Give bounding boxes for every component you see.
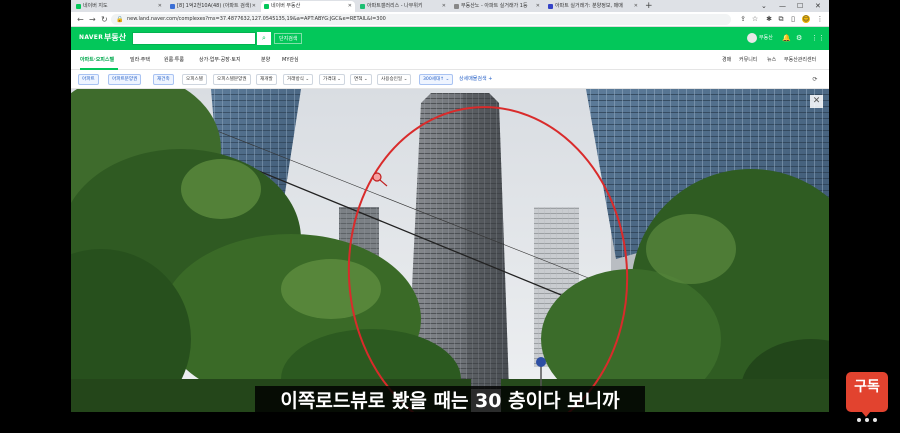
browser-tab[interactable]: [8] 1억2천10A(48) (아파트 검색) ✕ bbox=[167, 1, 259, 12]
tab-title: 네이버 지도 bbox=[83, 3, 108, 9]
share-icon[interactable]: ⇪ bbox=[739, 15, 747, 23]
puzzle-icon[interactable]: ⧉ bbox=[777, 15, 785, 23]
avatar bbox=[747, 33, 757, 43]
filter-dropdown[interactable]: 면적 ⌄ bbox=[350, 74, 372, 85]
street-view-panorama[interactable]: ✕ bbox=[71, 89, 829, 412]
tab-favicon-icon bbox=[360, 4, 365, 9]
lock-icon: 🔒 bbox=[116, 16, 124, 23]
reload-icon[interactable]: ↻ bbox=[101, 14, 108, 25]
video-frame: 네이버 지도 ✕ [8] 1억2천10A(48) (아파트 검색) ✕ 네이버 … bbox=[0, 0, 900, 426]
filter-dropdown[interactable]: 거래방식 ⌄ bbox=[283, 74, 314, 85]
minimize-icon[interactable]: — bbox=[779, 0, 786, 12]
tab-title: [8] 1억2천10A(48) (아파트 검색) bbox=[177, 3, 252, 9]
link-auction[interactable]: 경매 bbox=[722, 56, 731, 65]
video-subtitle: 이쪽로드뷰로 봤을 때는 30 층이다 보니까 bbox=[255, 386, 645, 416]
tab-search-icon[interactable]: ⌄ bbox=[761, 0, 767, 12]
back-icon[interactable]: ← bbox=[77, 14, 84, 25]
filter-dropdown[interactable]: 300세대↑ ⌄ bbox=[419, 74, 454, 85]
tab-favicon-icon bbox=[548, 4, 553, 9]
notification-bell-icon[interactable]: 🔔 bbox=[782, 33, 791, 44]
search-input[interactable] bbox=[132, 32, 256, 45]
browser-tab[interactable]: 네이버 지도 ✕ bbox=[73, 1, 165, 12]
link-news[interactable]: 뉴스 bbox=[767, 56, 776, 65]
user-menu[interactable]: 부동산 bbox=[747, 33, 773, 44]
refresh-icon[interactable]: ⟳ bbox=[809, 74, 821, 85]
search-icon[interactable]: ⌕ bbox=[257, 32, 271, 45]
url-text: new.land.naver.com/complexes?ms=37.48776… bbox=[127, 16, 386, 22]
category-apartment-officetel[interactable]: 아파트·오피스텔 bbox=[80, 56, 114, 65]
close-icon[interactable]: ✕ bbox=[810, 95, 823, 108]
category-oneroom-tworoom[interactable]: 원룸·투룸 bbox=[164, 56, 184, 65]
link-community[interactable]: 커뮤니티 bbox=[739, 56, 757, 65]
filter-chip[interactable]: 오피스텔 bbox=[182, 74, 207, 85]
detail-search-link[interactable]: 상세매물검색 + bbox=[459, 74, 492, 85]
filter-bar: 아파트 아파트분양권 재건축 오피스텔 오피스텔분양권 재개발 거래방식 ⌄ 가… bbox=[71, 70, 829, 89]
filter-dropdown[interactable]: 사용승인일 ⌄ bbox=[377, 74, 412, 85]
menu-kebab-icon[interactable]: ⋮ bbox=[816, 15, 824, 23]
browser-tab[interactable]: 부동산노 - 아파트 실거래가 1등 ✕ bbox=[451, 1, 543, 12]
settings-icon[interactable]: ⚙ bbox=[796, 33, 802, 44]
category-my-interest[interactable]: MY관심 bbox=[282, 56, 299, 65]
complex-search-button[interactable]: 단지검색 bbox=[274, 33, 303, 44]
new-tab-icon[interactable]: + bbox=[645, 0, 653, 12]
close-tab-icon[interactable]: ✕ bbox=[442, 1, 446, 12]
filter-chip[interactable]: 재개발 bbox=[256, 74, 277, 85]
street-view-image bbox=[71, 89, 829, 412]
filter-chip[interactable]: 아파트 bbox=[78, 74, 99, 85]
profile-avatar-icon[interactable]: ☺ bbox=[802, 15, 810, 23]
address-bar-row: ← → ↻ 🔒 new.land.naver.com/complexes?ms=… bbox=[71, 12, 829, 27]
category-villa-house[interactable]: 빌라·주택 bbox=[130, 56, 150, 65]
bookmark-star-icon[interactable]: ☆ bbox=[751, 15, 759, 23]
filter-chip[interactable]: 오피스텔분양권 bbox=[213, 74, 251, 85]
tab-favicon-icon bbox=[170, 4, 175, 9]
category-nav: 아파트·오피스텔 빌라·주택 원룸·투룸 상가·업무·공장·토지 분양 MY관심… bbox=[71, 50, 829, 70]
category-presale[interactable]: 분양 bbox=[261, 56, 270, 65]
sidebar-icon[interactable]: ▯ bbox=[789, 15, 797, 23]
url-field[interactable]: 🔒 new.land.naver.com/complexes?ms=37.487… bbox=[111, 14, 731, 25]
filter-dropdown[interactable]: 가격대 ⌄ bbox=[319, 74, 345, 85]
tab-title: 부동산노 - 아파트 실거래가 1등 bbox=[461, 3, 528, 9]
subscribe-badge[interactable]: 구독 bbox=[846, 372, 888, 422]
subscribe-dots-icon bbox=[846, 403, 888, 422]
category-commercial-land[interactable]: 상가·업무·공장·토지 bbox=[199, 56, 241, 65]
naver-logo[interactable]: NAVER bbox=[79, 33, 103, 43]
close-tab-icon[interactable]: ✕ bbox=[158, 1, 162, 12]
tab-title: 아파트갤러리스 - 나무위키 bbox=[367, 3, 423, 9]
tab-title: 네이버 부동산 bbox=[271, 3, 301, 9]
browser-tab-active[interactable]: 네이버 부동산 ✕ bbox=[261, 1, 355, 12]
close-tab-icon[interactable]: ✕ bbox=[348, 1, 352, 12]
naver-header: NAVER 부동산 ⌕ 단지검색 부동산 🔔 ⚙ ⋮⋮ bbox=[71, 27, 829, 50]
tab-favicon-icon bbox=[264, 4, 269, 9]
tab-strip: 네이버 지도 ✕ [8] 1억2천10A(48) (아파트 검색) ✕ 네이버 … bbox=[71, 0, 829, 12]
close-window-icon[interactable]: ✕ bbox=[815, 0, 821, 12]
apps-grid-icon[interactable]: ⋮⋮ bbox=[811, 33, 825, 44]
link-management-center[interactable]: 부동산관리센터 bbox=[784, 56, 816, 65]
close-tab-icon[interactable]: ✕ bbox=[536, 1, 540, 12]
browser-tab[interactable]: 아파트갤러리스 - 나무위키 ✕ bbox=[357, 1, 449, 12]
tab-favicon-icon bbox=[76, 4, 81, 9]
user-label: 부동산 bbox=[759, 35, 773, 41]
extension-icon[interactable]: ✱ bbox=[765, 15, 773, 23]
filter-chip[interactable]: 아파트분양권 bbox=[108, 74, 142, 85]
maximize-icon[interactable]: ☐ bbox=[797, 0, 803, 12]
close-tab-icon[interactable]: ✕ bbox=[252, 1, 256, 12]
browser-window: 네이버 지도 ✕ [8] 1억2천10A(48) (아파트 검색) ✕ 네이버 … bbox=[71, 0, 829, 412]
tab-title: 아파트 실거래가: 분양정보, 매매 bbox=[555, 3, 623, 9]
service-title[interactable]: 부동산 bbox=[104, 32, 126, 44]
subscribe-label: 구독 bbox=[854, 379, 880, 395]
speech-bubble-tail bbox=[861, 411, 871, 417]
browser-tab[interactable]: 아파트 실거래가: 분양정보, 매매 ✕ bbox=[545, 1, 641, 12]
tab-favicon-icon bbox=[454, 4, 459, 9]
forward-icon[interactable]: → bbox=[89, 14, 96, 25]
filter-chip[interactable]: 재건축 bbox=[153, 74, 174, 85]
close-tab-icon[interactable]: ✕ bbox=[634, 1, 638, 12]
